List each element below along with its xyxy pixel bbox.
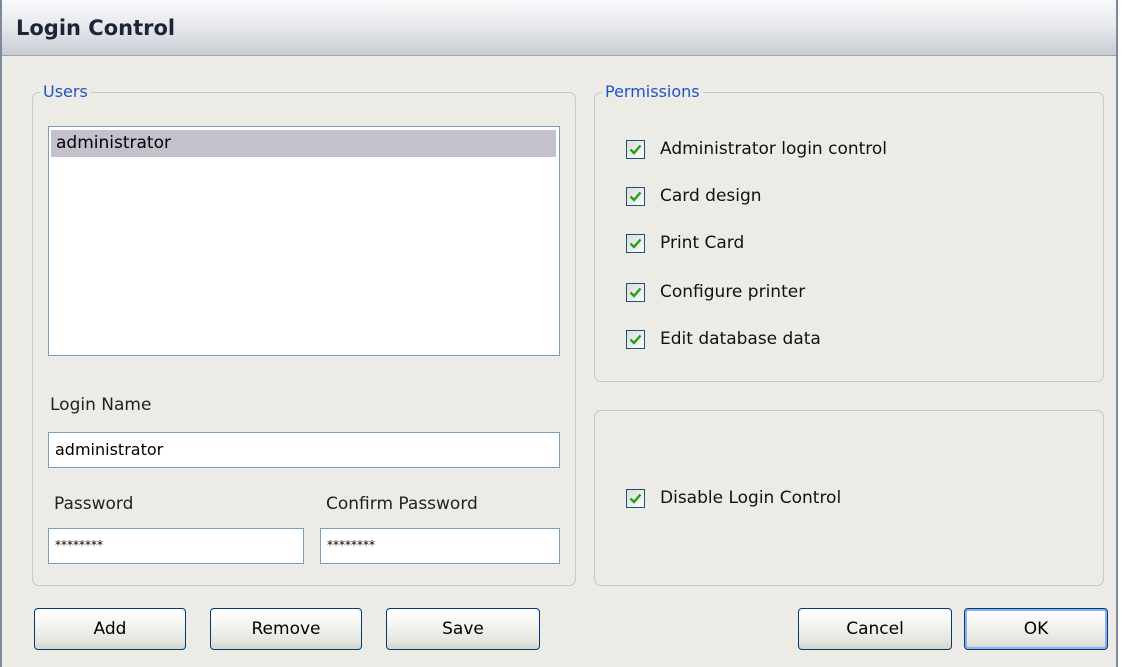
check-icon [629,334,642,345]
perm-configure-printer-label: Configure printer [660,282,806,302]
add-button[interactable]: Add [34,608,186,650]
confirm-password-label: Confirm Password [326,494,478,514]
login-control-window: Login Control Users administrator Login … [0,0,1118,667]
perm-print-card-label: Print Card [660,233,745,253]
save-button[interactable]: Save [386,608,540,650]
check-icon [629,144,642,155]
disable-login-control-checkbox[interactable] [626,489,645,508]
perm-edit-database-data-label: Edit database data [660,329,821,349]
window-title: Login Control [16,16,176,40]
users-legend: Users [40,82,91,102]
check-icon [629,287,642,298]
login-name-input[interactable]: administrator [48,432,560,468]
disable-login-control-label: Disable Login Control [660,488,842,508]
perm-print-card-checkbox[interactable] [626,234,645,253]
login-name-label: Login Name [50,395,152,415]
perm-admin-login-control-label: Administrator login control [660,139,888,159]
perm-edit-database-data-checkbox[interactable] [626,330,645,349]
title-bar[interactable]: Login Control [2,0,1116,56]
permissions-legend: Permissions [602,82,703,102]
perm-card-design-checkbox[interactable] [626,187,645,206]
check-icon [629,238,642,249]
perm-admin-login-control-checkbox[interactable] [626,140,645,159]
confirm-password-input[interactable]: ******** [320,528,560,564]
remove-button[interactable]: Remove [210,608,362,650]
user-list-item[interactable]: administrator [51,130,556,157]
users-listbox[interactable]: administrator [48,126,560,356]
ok-button[interactable]: OK [964,608,1108,650]
perm-card-design-label: Card design [660,186,762,206]
check-icon [629,191,642,202]
check-icon [629,493,642,504]
cancel-button[interactable]: Cancel [798,608,952,650]
password-label: Password [54,494,134,514]
password-input[interactable]: ******** [48,528,304,564]
perm-configure-printer-checkbox[interactable] [626,283,645,302]
